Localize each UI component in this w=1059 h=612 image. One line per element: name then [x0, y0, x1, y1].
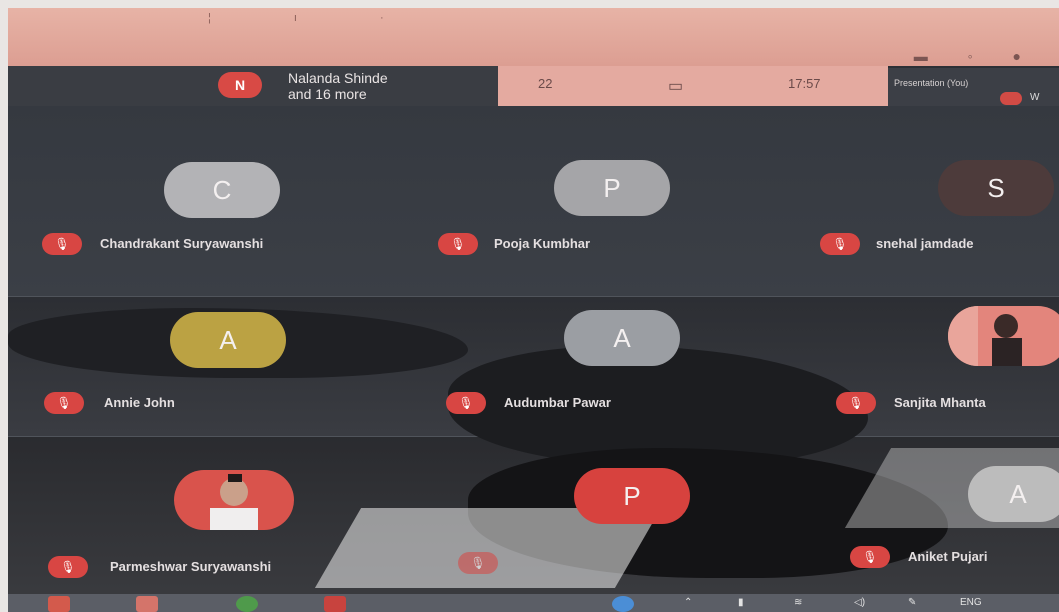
window-controls[interactable]: ▬ ◦ ● — [914, 48, 1039, 64]
app-icon[interactable] — [324, 596, 346, 612]
taskbar — [8, 594, 1059, 612]
meeting-info-bar — [498, 66, 888, 106]
mic-off-icon: 🎙 — [836, 392, 876, 414]
participant-avatar: C — [164, 162, 280, 218]
app-icon[interactable] — [136, 596, 158, 612]
participants-count[interactable]: 22 — [538, 76, 552, 91]
pen-icon[interactable]: ✎ — [908, 597, 916, 608]
mic-off-icon: 🎙 — [44, 392, 84, 414]
row-divider — [8, 296, 1059, 297]
participant-avatar: P — [574, 468, 690, 524]
mic-off-icon: 🎙 — [48, 556, 88, 578]
meeting-screen: ¦ ı · ▬ ◦ ● N Nalanda Shinde and 16 more… — [8, 8, 1059, 612]
store-icon[interactable] — [48, 596, 70, 612]
top-strip-marks: ¦ ı · — [208, 12, 424, 24]
presenter-more: and 16 more — [288, 86, 367, 102]
battery-icon[interactable]: ▮ — [738, 597, 744, 608]
wifi-icon[interactable]: ≋ — [794, 597, 802, 608]
participant-name: snehal jamdade — [876, 236, 974, 251]
participant-name: Parmeshwar Suryawanshi — [110, 559, 272, 574]
participant-photo-avatar — [174, 470, 294, 530]
presentation-more: W — [1030, 92, 1040, 103]
weather-icon[interactable] — [612, 596, 634, 612]
participant-photo-avatar — [948, 306, 1059, 366]
language-indicator[interactable]: ENG — [960, 597, 982, 608]
participant-avatar: S — [938, 160, 1054, 216]
presenter-label[interactable]: Nalanda Shinde and 16 more — [288, 70, 488, 102]
chevron-up-icon[interactable]: ⌃ — [684, 597, 692, 608]
mic-off-icon: 🎙 — [446, 392, 486, 414]
presentation-stop-icon[interactable] — [1000, 92, 1022, 105]
participant-avatar: A — [170, 312, 286, 368]
person-photo-icon — [210, 474, 258, 530]
chrome-icon[interactable] — [236, 596, 258, 612]
browser-top-strip: ¦ ı · ▬ ◦ ● — [8, 8, 1059, 66]
mic-off-icon: 🎙 — [458, 552, 498, 574]
presenter-avatar: N — [218, 72, 262, 98]
meeting-time: 17:57 — [788, 76, 821, 91]
participant-name: Aniket Pujari — [908, 549, 988, 564]
participant-name: Audumbar Pawar — [504, 395, 611, 410]
chat-icon[interactable]: ▭ — [668, 76, 683, 96]
participant-name: Pooja Kumbhar — [494, 236, 591, 251]
mic-off-icon: 🎙 — [438, 233, 478, 255]
mic-off-icon: 🎙 — [42, 233, 82, 255]
presentation-label: Presentation (You) — [894, 78, 969, 88]
presenter-name: Nalanda Shinde — [288, 70, 388, 86]
participant-name: Chandrakant Suryawanshi — [100, 236, 264, 251]
mic-off-icon: 🎙 — [850, 546, 890, 568]
volume-icon[interactable]: ◁) — [854, 597, 865, 608]
participant-name: Sanjita Mhanta — [894, 395, 986, 410]
participants-count-value: 22 — [538, 76, 553, 91]
participant-name: Annie John — [104, 395, 175, 410]
participant-avatar: P — [554, 160, 670, 216]
participant-avatar: A — [968, 466, 1059, 522]
mic-off-icon: 🎙 — [820, 233, 860, 255]
participant-avatar: A — [564, 310, 680, 366]
person-photo-icon — [948, 306, 1022, 366]
